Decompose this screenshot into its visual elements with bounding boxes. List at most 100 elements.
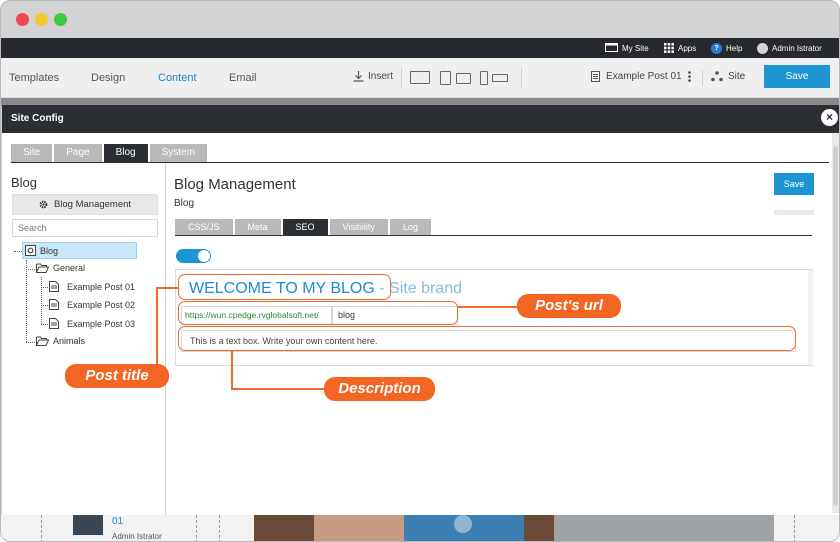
tree-node-label: General <box>53 263 86 273</box>
monitor-icon <box>605 43 618 52</box>
apps-link[interactable]: Apps <box>664 41 696 55</box>
post-title-callout: Post title <box>65 364 169 388</box>
modal-header: Site Config × <box>2 105 839 133</box>
blog-subtabs: CSS/JS Meta SEO Visibility Log <box>175 219 431 235</box>
tab-system[interactable]: System <box>149 144 207 162</box>
tree-connector <box>26 342 35 343</box>
tree-node-general[interactable]: General <box>36 263 85 273</box>
site-label: Site <box>728 71 746 82</box>
folder-open-icon <box>36 263 49 273</box>
tab-content[interactable]: Content <box>158 72 197 84</box>
minimize-window-button[interactable] <box>35 13 48 26</box>
post-url-connector <box>457 306 519 308</box>
tab-templates[interactable]: Templates <box>9 72 59 84</box>
tree-search-input[interactable] <box>12 219 158 237</box>
save-button[interactable]: Save <box>764 65 830 88</box>
tree-node-post-01[interactable]: Example Post 01 <box>49 281 135 292</box>
tab-visibility[interactable]: Visibility <box>329 219 388 235</box>
phone-landscape-view-icon[interactable] <box>492 74 508 82</box>
save-button-shadow <box>774 210 814 215</box>
document-icon <box>591 71 600 82</box>
modal-title: Site Config <box>11 113 64 124</box>
panel-divider <box>165 163 166 515</box>
gear-icon <box>39 200 48 209</box>
close-window-button[interactable] <box>16 13 29 26</box>
tab-page[interactable]: Page <box>54 144 102 162</box>
current-post-selector[interactable]: Example Post 01 <box>591 71 691 82</box>
page-title: Blog Management <box>174 176 296 193</box>
file-icon <box>49 281 59 292</box>
image-region <box>454 515 472 533</box>
toggle-knob <box>198 250 210 262</box>
tablet-landscape-view-icon[interactable] <box>456 73 471 84</box>
post-title-connector <box>156 287 179 289</box>
description-callout: Description <box>324 377 435 401</box>
desktop-view-icon[interactable] <box>410 71 430 84</box>
post-url-callout: Post's url <box>517 294 621 318</box>
user-menu[interactable]: Admin Istrator <box>757 41 822 55</box>
tab-seo[interactable]: SEO <box>282 219 328 235</box>
help-label: Help <box>726 43 743 53</box>
user-name: Admin Istrator <box>772 43 822 53</box>
avatar <box>757 42 768 54</box>
tree-node-label: Blog <box>40 245 59 256</box>
tab-blog[interactable]: Blog <box>103 144 148 162</box>
tree-connector <box>41 277 42 324</box>
blog-management-button[interactable]: Blog Management <box>12 194 158 215</box>
maximize-window-button[interactable] <box>54 13 67 26</box>
tab-site[interactable]: Site <box>11 144 53 162</box>
image-region <box>554 515 774 541</box>
current-post-label: Example Post 01 <box>606 71 682 82</box>
tab-meta[interactable]: Meta <box>234 219 281 235</box>
tree-node-label: Example Post 02 <box>67 299 136 310</box>
tab-css-js[interactable]: CSS/JS <box>175 219 233 235</box>
tree-node-post-03[interactable]: Example Post 03 <box>49 318 135 329</box>
description-highlight <box>178 326 796 351</box>
my-site-link[interactable]: My Site <box>605 41 649 55</box>
page-content-peek: 01 Admin Istrator <box>1 515 839 541</box>
modal-scrollbar-thumb[interactable] <box>833 146 838 506</box>
config-tabs: Site Page Blog System <box>11 144 207 162</box>
window-titlebar <box>1 1 839 38</box>
save-settings-button[interactable]: Save <box>774 173 814 195</box>
column-guide <box>41 515 42 541</box>
description-connector <box>231 350 233 388</box>
blog-root-icon <box>25 245 36 256</box>
left-panel-title: Blog <box>11 175 38 190</box>
tab-log[interactable]: Log <box>389 219 431 235</box>
post-url-highlight <box>178 301 458 325</box>
editor-toolbar: Templates Design Content Email Insert Ex… <box>1 58 839 98</box>
apps-label: Apps <box>678 43 697 53</box>
tree-connector <box>41 287 48 288</box>
folder-open-icon <box>36 336 49 346</box>
preview-scrollbar[interactable] <box>808 270 813 365</box>
post-title-highlight <box>178 274 391 300</box>
tab-design[interactable]: Design <box>91 72 125 84</box>
phone-view-icon[interactable] <box>480 71 488 85</box>
subtabs-underline <box>175 235 812 236</box>
toolbar-divider <box>401 68 402 88</box>
apps-grid-icon <box>664 43 674 53</box>
tree-node-post-02[interactable]: Example Post 02 <box>49 299 135 310</box>
tabs-underline <box>11 162 829 163</box>
seo-toggle[interactable] <box>176 249 211 263</box>
more-vertical-icon[interactable] <box>687 71 691 82</box>
close-icon[interactable]: × <box>821 109 838 126</box>
insert-label: Insert <box>368 71 394 82</box>
tree-node-animals[interactable]: Animals <box>36 336 85 346</box>
column-guide <box>196 515 197 541</box>
tree-node-label: Example Post 01 <box>67 281 136 292</box>
tree-connector <box>26 269 35 270</box>
tree-node-blog[interactable]: Blog <box>22 242 137 259</box>
file-icon <box>49 318 59 329</box>
site-settings-button[interactable]: Site <box>711 71 745 82</box>
download-arrow-icon <box>353 71 364 82</box>
tab-email[interactable]: Email <box>229 72 257 84</box>
tree-connector <box>41 324 48 325</box>
tablet-view-icon[interactable] <box>440 71 451 85</box>
insert-button[interactable]: Insert <box>353 71 393 82</box>
blog-management-label: Blog Management <box>53 199 132 210</box>
help-link[interactable]: ? Help <box>711 41 742 55</box>
post-thumbnail[interactable] <box>73 515 103 535</box>
tree-node-label: Example Post 03 <box>67 318 136 329</box>
